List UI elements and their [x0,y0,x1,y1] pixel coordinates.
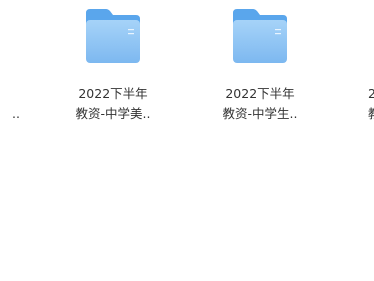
file-name-line2: 教资-中学美.. [75,106,151,121]
folder-icon [86,9,140,63]
folder-icon [233,9,287,63]
file-name-line2: .. [12,106,20,121]
folder-item[interactable]: 2022下半年 教资-中学生.. [200,0,320,140]
file-item-left-partial[interactable]: .. [0,0,20,140]
file-name-line2: 教 [346,106,374,122]
file-item-right-partial[interactable]: 2 教 [346,0,374,140]
folder-item[interactable]: 2022下半年 教资-中学美.. [53,0,173,140]
file-name-line1: 2022下半年 [225,86,295,101]
file-name-line1: 2022下半年 [78,86,148,101]
file-grid: .. 2022下半年 教资-中学美.. 2022下半年 教资-中学生.. 2 [0,0,374,281]
file-name-line2: 教资-中学生.. [222,106,298,121]
file-name-line1: 2 [368,86,374,101]
